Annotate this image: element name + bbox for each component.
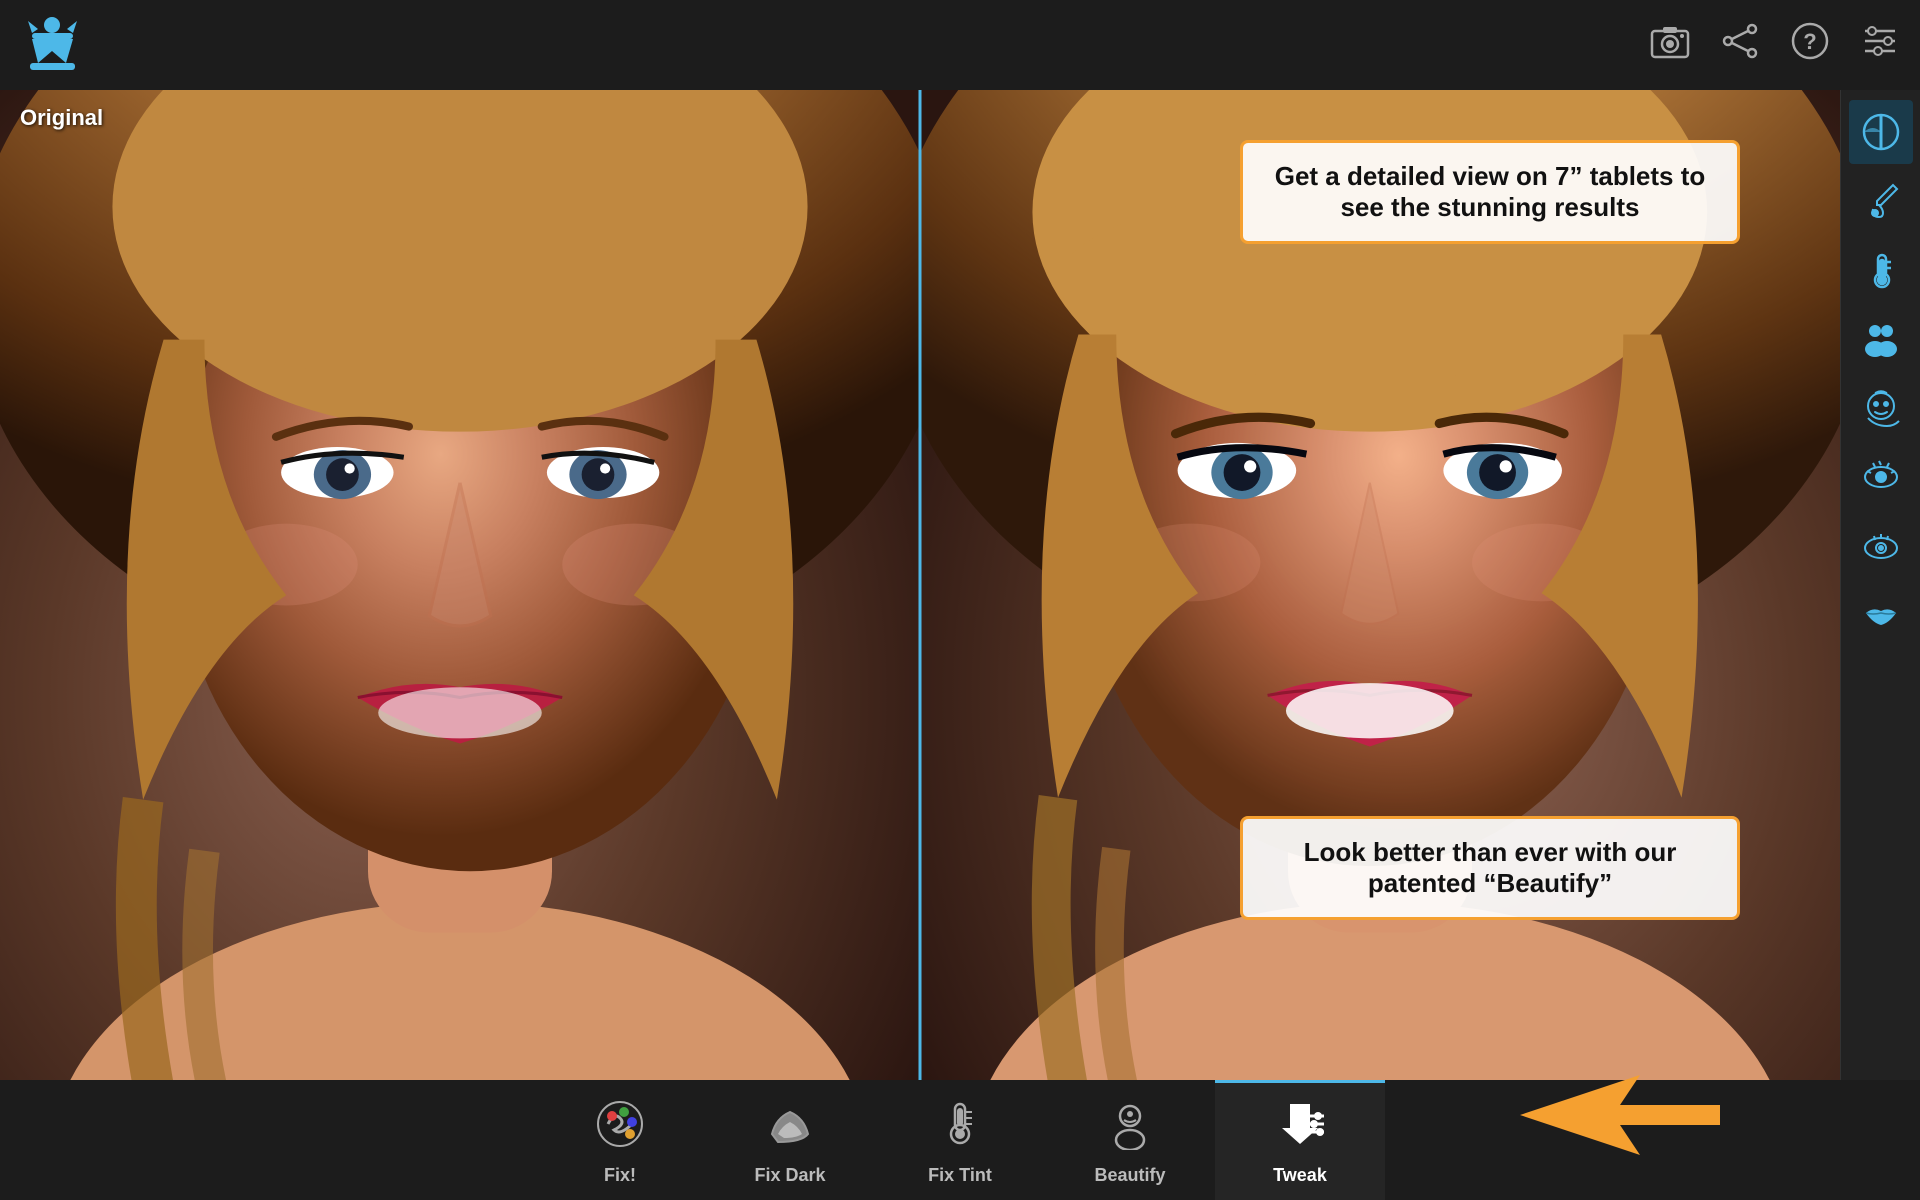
top-icons: ? — [1650, 21, 1900, 70]
original-label: Original — [20, 105, 103, 131]
fix-tint-button[interactable]: Fix Tint — [875, 1080, 1045, 1200]
settings-button[interactable] — [1860, 21, 1900, 70]
share-button[interactable] — [1720, 21, 1760, 70]
sidebar-eye-detail-button[interactable] — [1849, 514, 1913, 578]
tooltip-tablets: Get a detailed view on 7” tablets to see… — [1240, 140, 1740, 244]
logo-icon — [20, 13, 85, 78]
sidebar-lips-button[interactable] — [1849, 583, 1913, 647]
comparison-divider[interactable] — [919, 90, 922, 1080]
tweak-icon — [1274, 1098, 1326, 1157]
sidebar-compare-button[interactable] — [1849, 100, 1913, 164]
beautify-icon — [1104, 1098, 1156, 1157]
svg-text:?: ? — [1803, 29, 1816, 54]
fix-button[interactable]: Fix! — [535, 1080, 705, 1200]
tweak-label: Tweak — [1273, 1165, 1327, 1186]
camera-button[interactable] — [1650, 21, 1690, 70]
bottom-toolbar: Fix! Fix Dark Fix Tint — [0, 1080, 1920, 1200]
fix-tint-icon — [934, 1098, 986, 1157]
sidebar-group-button[interactable] — [1849, 307, 1913, 371]
fix-dark-icon — [764, 1098, 816, 1157]
tweak-button[interactable]: Tweak — [1215, 1080, 1385, 1200]
face-left — [0, 90, 920, 1080]
sidebar-temperature-button[interactable] — [1849, 238, 1913, 302]
fix-dark-label: Fix Dark — [754, 1165, 825, 1186]
sidebar-dropper-button[interactable] — [1849, 169, 1913, 233]
photo-canvas[interactable]: Original Get a detailed view on 7” table… — [0, 90, 1840, 1080]
right-sidebar — [1840, 90, 1920, 1080]
fix-tint-label: Fix Tint — [928, 1165, 992, 1186]
main-photo-area: Original Get a detailed view on 7” table… — [0, 90, 1840, 1080]
sidebar-face-button[interactable] — [1849, 376, 1913, 440]
beautify-button[interactable]: Beautify — [1045, 1080, 1215, 1200]
app-logo — [20, 13, 85, 78]
fix-label: Fix! — [604, 1165, 636, 1186]
arrow-indicator — [1520, 1065, 1720, 1170]
help-button[interactable]: ? — [1790, 21, 1830, 70]
tooltip-beautify: Look better than ever with our patented … — [1240, 816, 1740, 920]
fix-dark-button[interactable]: Fix Dark — [705, 1080, 875, 1200]
top-bar: ? — [0, 0, 1920, 90]
beautify-label: Beautify — [1094, 1165, 1165, 1186]
sidebar-eye-button[interactable] — [1849, 445, 1913, 509]
fix-icon — [594, 1098, 646, 1157]
